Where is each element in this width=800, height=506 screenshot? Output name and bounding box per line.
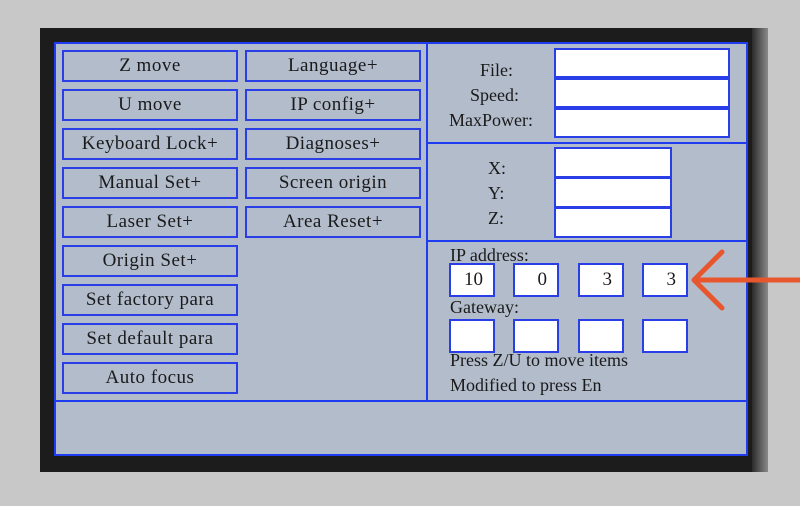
menu-u-move-button[interactable]: U move <box>62 89 238 121</box>
menu-laser-set-button[interactable]: Laser Set+ <box>62 206 238 238</box>
menu-auto-focus-button[interactable]: Auto focus <box>62 362 238 394</box>
menu-ip-config-button[interactable]: IP config+ <box>245 89 421 121</box>
y-field <box>554 177 672 208</box>
menu-origin-set-button[interactable]: Origin Set+ <box>62 245 238 277</box>
lcd-screen: Z move U move Keyboard Lock+ Manual Set+… <box>54 42 748 456</box>
gateway-octet-3-field[interactable] <box>578 319 624 353</box>
hint-press-enter: Modified to press En <box>450 375 602 395</box>
menu-z-move-button[interactable]: Z move <box>62 50 238 82</box>
speed-field <box>554 78 730 108</box>
coord-panel-divider <box>428 240 746 242</box>
z-field <box>554 207 672 238</box>
speed-label: Speed: <box>470 85 519 105</box>
menu-screen-origin-button[interactable]: Screen origin <box>245 167 421 199</box>
vertical-divider <box>426 44 428 400</box>
file-label: File: <box>480 60 514 80</box>
y-label: Y: <box>488 183 505 203</box>
gateway-label: Gateway: <box>450 297 519 317</box>
menu-diagnoses-button[interactable]: Diagnoses+ <box>245 128 421 160</box>
arrow-left-icon <box>691 249 800 311</box>
status-divider <box>56 400 746 402</box>
menu-set-factory-para-button[interactable]: Set factory para <box>62 284 238 316</box>
menu-language-button[interactable]: Language+ <box>245 50 421 82</box>
maxpower-label: MaxPower: <box>449 110 533 130</box>
menu-keyboard-lock-button[interactable]: Keyboard Lock+ <box>62 128 238 160</box>
ip-octet-1-field[interactable]: 10 <box>449 263 495 297</box>
menu-area-reset-button[interactable]: Area Reset+ <box>245 206 421 238</box>
ip-octet-4-field[interactable]: 3 <box>642 263 688 297</box>
maxpower-field <box>554 108 730 138</box>
gateway-octet-1-field[interactable] <box>449 319 495 353</box>
ip-octet-3-field[interactable]: 3 <box>578 263 624 297</box>
gateway-octet-2-field[interactable] <box>513 319 559 353</box>
file-panel-divider <box>428 142 746 144</box>
x-label: X: <box>488 158 506 178</box>
menu-manual-set-button[interactable]: Manual Set+ <box>62 167 238 199</box>
menu-set-default-para-button[interactable]: Set default para <box>62 323 238 355</box>
x-field <box>554 147 672 178</box>
file-field <box>554 48 730 78</box>
ip-octet-2-field[interactable]: 0 <box>513 263 559 297</box>
gateway-octet-4-field[interactable] <box>642 319 688 353</box>
z-label: Z: <box>488 208 504 228</box>
hint-move-items: Press Z/U to move items <box>450 350 628 370</box>
